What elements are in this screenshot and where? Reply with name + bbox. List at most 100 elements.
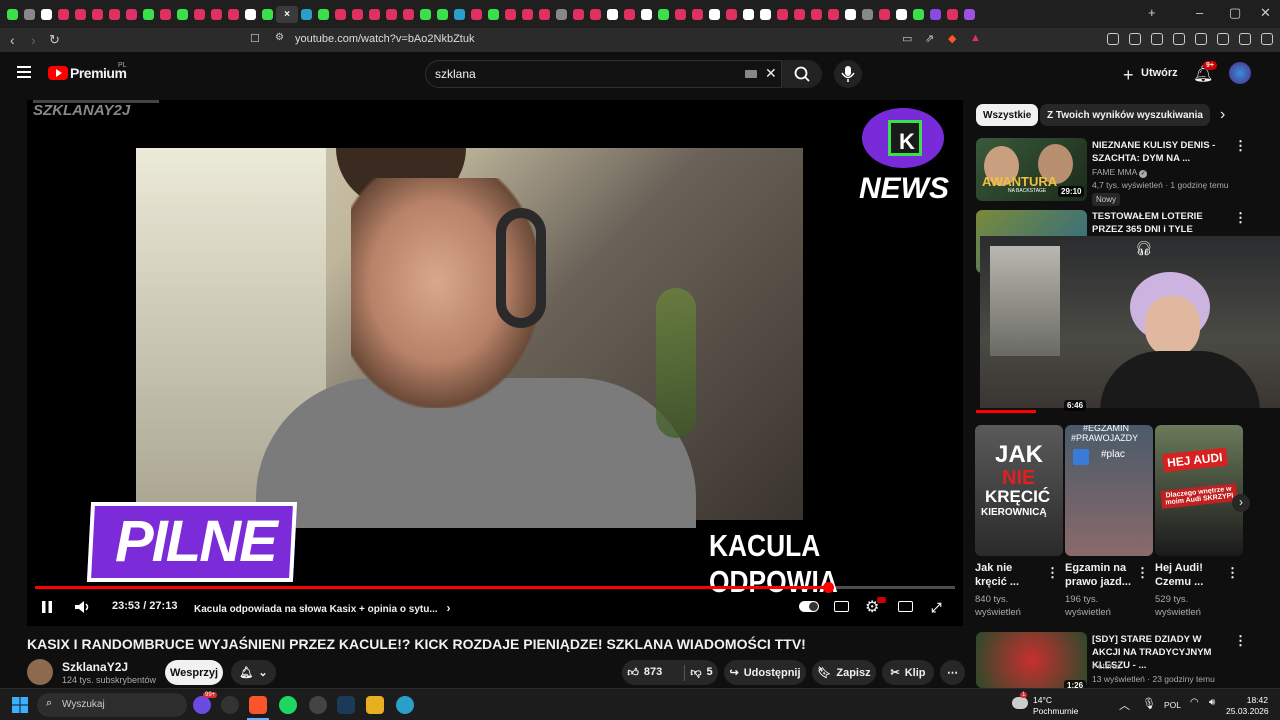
short-menu-icon[interactable]: ⋮ — [1226, 565, 1239, 581]
brave-shield-icon[interactable]: ◆ — [948, 32, 956, 45]
browser-tab[interactable] — [638, 6, 655, 23]
brave-icon[interactable] — [249, 696, 267, 714]
browser-tab[interactable] — [349, 6, 366, 23]
browser-tab[interactable] — [208, 6, 225, 23]
browser-tab[interactable] — [519, 6, 536, 23]
speaker-icon[interactable]: 🔊︎ — [1209, 697, 1215, 708]
wallet-icon[interactable] — [1195, 33, 1207, 45]
share-page-icon[interactable]: ⇗ — [925, 32, 934, 45]
browser-tab[interactable] — [383, 6, 400, 23]
browser-tab[interactable] — [21, 6, 38, 23]
ai-icon[interactable] — [1217, 33, 1229, 45]
subtitles-icon[interactable] — [834, 601, 849, 612]
browser-tab[interactable] — [451, 6, 468, 23]
browser-tab[interactable] — [89, 6, 106, 23]
browser-tab[interactable] — [740, 6, 757, 23]
browser-tab[interactable] — [536, 6, 553, 23]
chevron-right-icon[interactable]: › — [446, 601, 450, 615]
site-info-icon[interactable]: ⚙ — [275, 32, 284, 43]
browser-tab[interactable] — [366, 6, 383, 23]
browser-tab[interactable] — [655, 6, 672, 23]
notepad-icon[interactable] — [366, 696, 384, 714]
browser-tab[interactable] — [621, 6, 638, 23]
browser-tab[interactable] — [689, 6, 706, 23]
forward-icon[interactable]: › — [31, 32, 36, 48]
reload-icon[interactable]: ↻ — [49, 32, 60, 48]
browser-tab[interactable] — [944, 6, 961, 23]
search-input[interactable]: szklana — [435, 67, 476, 81]
theater-mode-icon[interactable] — [898, 601, 913, 612]
rec-channel-1[interactable]: FAME MMA ✓ — [1092, 166, 1148, 179]
rewards-icon[interactable]: ▲ — [970, 32, 981, 44]
chip-from-search[interactable]: Z Twoich wyników wyszukiwania — [1040, 104, 1210, 126]
browser-tab[interactable] — [242, 6, 259, 23]
browser-tab[interactable] — [604, 6, 621, 23]
short-menu-icon[interactable]: ⋮ — [1046, 565, 1059, 581]
support-button[interactable]: Wesprzyj — [165, 660, 223, 685]
rec-thumbnail-1[interactable]: AWANTURA NA BACKSTAGE 29:10 — [976, 138, 1087, 201]
clip-button[interactable]: ✂ Klip — [882, 660, 934, 685]
browser-tab[interactable] — [485, 6, 502, 23]
browser-tab[interactable] — [876, 6, 893, 23]
minimize-button[interactable]: – — [1196, 5, 1203, 20]
windows-start-icon[interactable] — [12, 697, 28, 713]
chip-all[interactable]: Wszystkie — [976, 104, 1039, 126]
url-text[interactable]: youtube.com/watch?v=bAo2NkbZtuk — [295, 33, 474, 45]
new-tab-button[interactable]: + — [1148, 5, 1156, 20]
create-button[interactable]: Utwórz — [1141, 67, 1178, 79]
account-avatar[interactable] — [1229, 62, 1251, 84]
browser-tab[interactable] — [570, 6, 587, 23]
fullscreen-icon[interactable]: ⤢ — [931, 600, 941, 616]
browser-tab[interactable] — [434, 6, 451, 23]
browser-tab[interactable] — [808, 6, 825, 23]
browser-tab[interactable] — [502, 6, 519, 23]
tray-chevron-icon[interactable]: ︿ — [1119, 697, 1130, 713]
save-button[interactable]: 🔖︎ Zapisz — [812, 660, 876, 685]
rec-thumbnail-3[interactable]: 1:26 — [976, 632, 1087, 688]
volume-icon[interactable] — [74, 600, 92, 614]
browser-tab[interactable] — [553, 6, 570, 23]
channel-name[interactable]: SzklanaY2J — [62, 660, 128, 674]
weather-widget[interactable]: 14°C Pochmurnie — [1033, 695, 1078, 717]
more-actions-button[interactable]: ⋯ — [940, 660, 965, 685]
browser-tab[interactable] — [859, 6, 876, 23]
bookmark-icon[interactable]: ☐ — [250, 32, 260, 45]
share-button[interactable]: ↪ Udostępnij — [724, 660, 806, 685]
browser-tab[interactable] — [123, 6, 140, 23]
screen-icon[interactable]: ▭ — [902, 32, 912, 45]
shorts-next-icon[interactable]: › — [1232, 494, 1250, 512]
progress-scrubber[interactable] — [823, 582, 835, 593]
short-title-line-1[interactable]: Jak nie — [975, 562, 1012, 575]
menu-icon[interactable] — [1261, 33, 1273, 45]
video-player[interactable]: SZKLANAY2J K NEWS PILNE KACULA ODPOWIA 2… — [27, 100, 963, 626]
short-thumbnail-3[interactable]: HEJ AUDI Dlaczego wnętrze w moim Audi SK… — [1155, 425, 1243, 556]
browser-tab[interactable] — [587, 6, 604, 23]
clock[interactable]: 18:42 25.03.2026 — [1226, 695, 1269, 717]
shield-icon[interactable] — [1239, 33, 1251, 45]
browser-tab[interactable] — [298, 6, 315, 23]
browser-tab[interactable] — [315, 6, 332, 23]
browser-tab[interactable] — [825, 6, 842, 23]
short-title-line-2[interactable]: Czemu ... — [1155, 576, 1203, 589]
youtube-logo-icon[interactable] — [48, 66, 68, 80]
mic-tray-icon[interactable]: 🎙︎ — [1142, 697, 1156, 710]
browser-tab[interactable] — [672, 6, 689, 23]
autoplay-toggle[interactable] — [799, 601, 819, 612]
close-window-button[interactable]: ✕ — [1260, 5, 1271, 21]
browser-tab[interactable] — [468, 6, 485, 23]
browser-tab[interactable] — [842, 6, 859, 23]
split-icon[interactable] — [1173, 33, 1185, 45]
language-indicator[interactable]: POL — [1164, 700, 1181, 710]
short-menu-icon[interactable]: ⋮ — [1136, 565, 1149, 581]
channel-avatar[interactable] — [27, 659, 53, 685]
discord-icon[interactable] — [193, 696, 211, 714]
sidebar-panel-icon[interactable] — [1129, 33, 1141, 45]
browser-globe-icon[interactable] — [396, 696, 414, 714]
chips-next-icon[interactable]: › — [1220, 106, 1225, 124]
browser-tab[interactable] — [225, 6, 242, 23]
browser-tab[interactable] — [417, 6, 434, 23]
search-button[interactable] — [782, 60, 822, 88]
browser-tab[interactable] — [106, 6, 123, 23]
rec-menu-3-icon[interactable]: ⋮ — [1234, 633, 1247, 649]
spotify-icon[interactable] — [279, 696, 297, 714]
